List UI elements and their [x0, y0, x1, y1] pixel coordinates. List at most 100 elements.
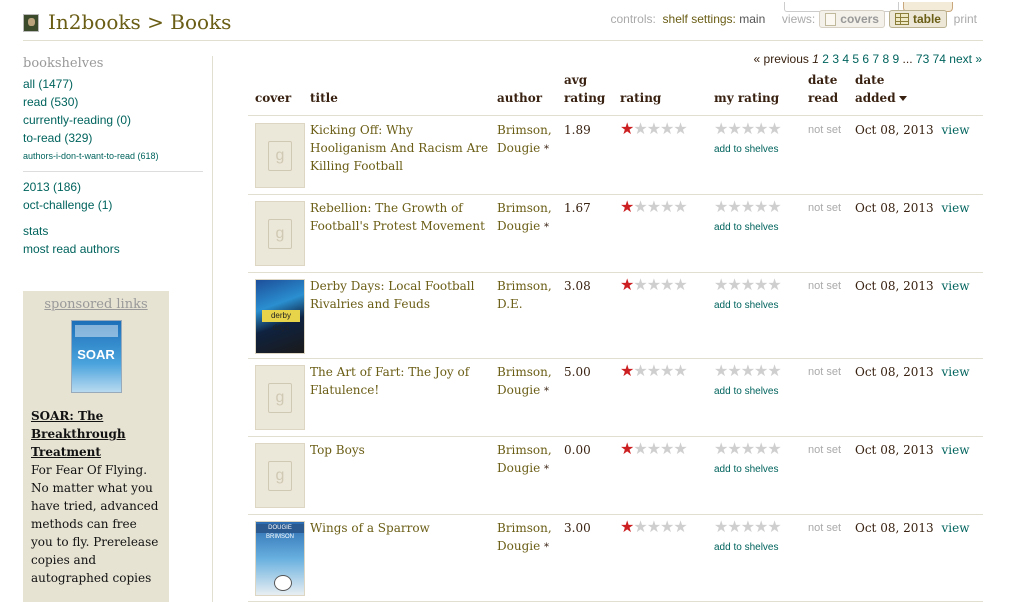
book-author: Brimson, D.E. — [497, 277, 559, 315]
page-link[interactable]: 2 — [822, 52, 829, 66]
date-added: Oct 08, 2013 view — [855, 363, 969, 381]
date-read: not set — [808, 124, 842, 136]
add-to-shelves-link[interactable]: add to shelves — [714, 300, 779, 311]
stats-link[interactable]: stats — [23, 222, 203, 240]
col-avg-rating[interactable]: avg rating — [564, 71, 605, 107]
sponsored-heading[interactable]: sponsored links — [31, 297, 161, 312]
col-date-read[interactable]: date read — [808, 71, 838, 107]
view-link[interactable]: view — [941, 365, 969, 379]
my-rating-stars[interactable]: ★★★★★ — [714, 519, 782, 537]
page-header: In2books > Books controls: shelf setting… — [23, 2, 983, 41]
table-view-button[interactable]: table — [888, 10, 947, 28]
author-star: * — [544, 222, 550, 233]
author-star: * — [544, 464, 550, 475]
next-page-link[interactable]: next » — [949, 52, 982, 66]
view-link[interactable]: view — [941, 201, 969, 215]
my-rating-stars[interactable]: ★★★★★ — [714, 277, 782, 295]
pagination: « previous 1 2 3 4 5 6 7 8 9 ... 73 74 n… — [754, 52, 982, 66]
col-title[interactable]: title — [310, 89, 338, 107]
user-link[interactable]: In2books — [48, 10, 141, 34]
add-to-shelves-link[interactable]: add to shelves — [714, 542, 779, 553]
date-added: Oct 08, 2013 view — [855, 277, 969, 295]
page-link[interactable]: 73 — [916, 52, 929, 66]
book-title-link[interactable]: Rebellion: The Growth of Football's Prot… — [310, 199, 490, 235]
col-date-added[interactable]: date added — [855, 71, 907, 107]
shelf-2013[interactable]: 2013 (186) — [23, 178, 203, 196]
view-link[interactable]: view — [941, 123, 969, 137]
book-title-link[interactable]: Derby Days: Local Football Rivalries and… — [310, 277, 490, 313]
book-title-link[interactable]: Top Boys — [310, 441, 490, 459]
table-row: derby days Derby Days: Local Football Ri… — [248, 273, 983, 359]
date-added-value: Oct 08, 2013 — [855, 201, 934, 215]
book-cover-placeholder[interactable]: g — [255, 201, 305, 266]
col-rating[interactable]: rating — [620, 89, 661, 107]
author-link[interactable]: Brimson, D.E. — [497, 279, 552, 311]
breadcrumb-separator: > — [147, 10, 164, 34]
add-to-shelves-link[interactable]: add to shelves — [714, 386, 779, 397]
page-link[interactable]: 9 — [893, 52, 900, 66]
book-cover-placeholder[interactable]: g — [255, 123, 305, 188]
book-cover[interactable]: derby days — [255, 279, 305, 354]
book-title-link[interactable]: The Art of Fart: The Joy of Flatulence! — [310, 363, 490, 399]
book-cover-placeholder[interactable]: g — [255, 365, 305, 430]
add-to-shelves-link[interactable]: add to shelves — [714, 222, 779, 233]
date-added: Oct 08, 2013 view — [855, 199, 969, 217]
sponsored-title-link[interactable]: SOAR: The Breakthrough Treatment — [31, 407, 161, 461]
page-link[interactable]: 4 — [842, 52, 849, 66]
table-row: g Kicking Off: Why Hooliganism And Racis… — [248, 117, 983, 195]
page-link[interactable]: 3 — [832, 52, 839, 66]
date-read: not set — [808, 202, 842, 214]
book-cover[interactable]: DOUGIE BRIMSON — [255, 521, 305, 596]
rating-stars: ★★★★★ — [620, 277, 688, 294]
view-link[interactable]: view — [941, 443, 969, 457]
view-link[interactable]: view — [941, 279, 969, 293]
sidebar-separator — [212, 56, 213, 602]
my-rating-stars[interactable]: ★★★★★ — [714, 199, 782, 217]
previous-page-link[interactable]: « previous — [754, 52, 809, 66]
date-added: Oct 08, 2013 view — [855, 519, 969, 537]
book-author: Brimson, Dougie * — [497, 199, 559, 237]
book-author: Brimson, Dougie * — [497, 363, 559, 401]
book-title-link[interactable]: Kicking Off: Why Hooliganism And Racism … — [310, 121, 490, 175]
sidebar-divider — [23, 171, 203, 172]
date-read: not set — [808, 522, 842, 534]
book-title-link[interactable]: Wings of a Sparrow — [310, 519, 490, 537]
shelf-all[interactable]: all (1477) — [23, 75, 203, 93]
shelf-currently-reading[interactable]: currently-reading (0) — [23, 111, 203, 129]
book-cover-placeholder[interactable]: g — [255, 443, 305, 508]
print-link[interactable]: print — [954, 12, 977, 26]
table-header: cover title author avg rating rating my r… — [248, 70, 983, 116]
shelf-authors-i-don-t-want-to-read[interactable]: authors-i-don-t-want-to-read (618) — [23, 147, 203, 165]
sponsored-cover-text: SOAR — [77, 347, 115, 362]
shelf-read[interactable]: read (530) — [23, 93, 203, 111]
page-link[interactable]: 5 — [852, 52, 859, 66]
date-added-value: Oct 08, 2013 — [855, 279, 934, 293]
page-link[interactable]: 74 — [933, 52, 946, 66]
col-my-rating[interactable]: my rating — [714, 89, 779, 107]
col-cover[interactable]: cover — [255, 89, 291, 107]
col-author[interactable]: author — [497, 89, 542, 107]
user-avatar[interactable] — [23, 14, 39, 32]
covers-view-button[interactable]: covers — [819, 10, 885, 28]
page-link[interactable]: 7 — [872, 52, 879, 66]
sponsored-book-cover[interactable]: SOAR — [70, 320, 122, 393]
view-link[interactable]: view — [941, 521, 969, 535]
shelf-settings-link[interactable]: shelf settings: — [663, 12, 736, 26]
avg-rating: 0.00 — [564, 443, 591, 457]
page-link[interactable]: 8 — [882, 52, 889, 66]
controls-label: controls: — [610, 12, 656, 26]
sponsored-description: For Fear Of Flying. No matter what you h… — [31, 463, 159, 585]
shelf-oct-challenge[interactable]: oct-challenge (1) — [23, 196, 203, 214]
add-to-shelves-link[interactable]: add to shelves — [714, 464, 779, 475]
my-rating-stars[interactable]: ★★★★★ — [714, 121, 782, 139]
shelf-to-read[interactable]: to-read (329) — [23, 129, 203, 147]
sidebar: bookshelves all (1477) read (530) curren… — [23, 56, 203, 258]
my-rating-stars[interactable]: ★★★★★ — [714, 441, 782, 459]
date-added-value: Oct 08, 2013 — [855, 443, 934, 457]
section-title: Books — [170, 10, 232, 34]
add-to-shelves-link[interactable]: add to shelves — [714, 144, 779, 155]
most-read-authors-link[interactable]: most read authors — [23, 240, 203, 258]
avg-rating: 3.00 — [564, 521, 591, 535]
my-rating-stars[interactable]: ★★★★★ — [714, 363, 782, 381]
page-link[interactable]: 6 — [862, 52, 869, 66]
